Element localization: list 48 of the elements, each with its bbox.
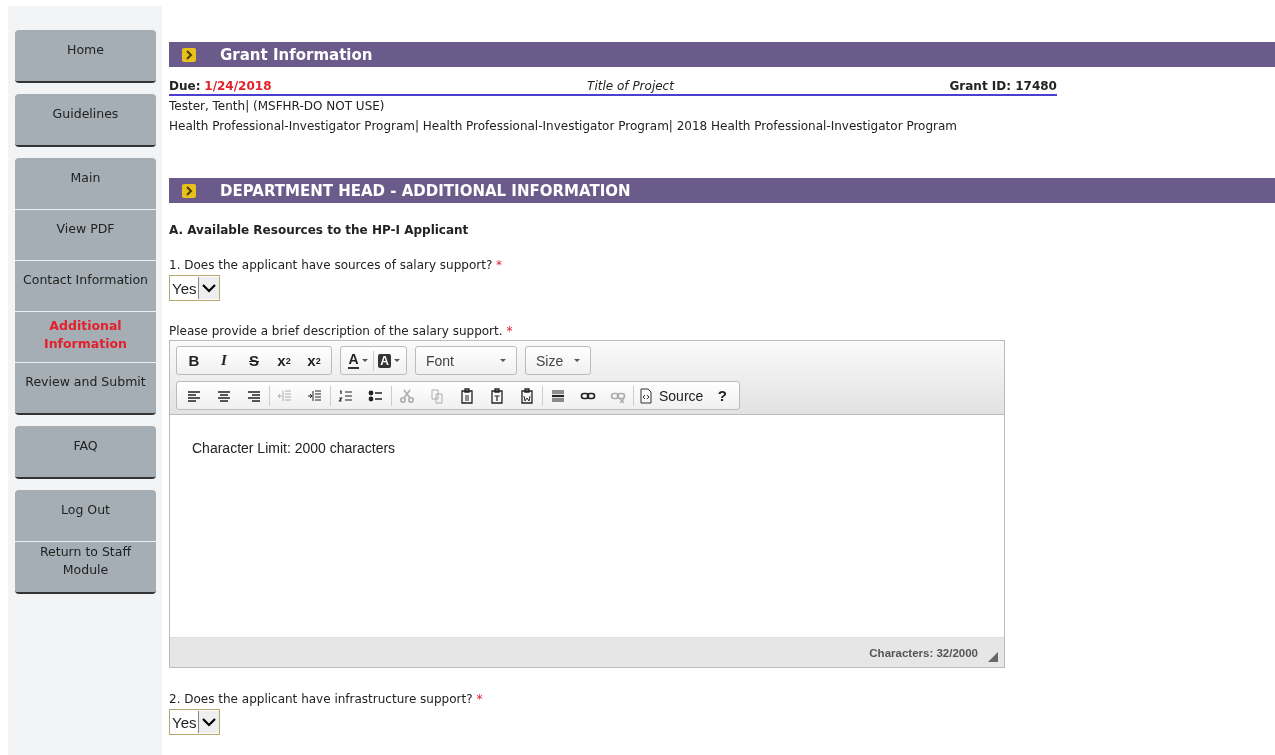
required-mark: * <box>496 258 503 272</box>
toolbar-button[interactable]: B <box>179 348 209 373</box>
toolbar-button[interactable]: S <box>239 348 269 373</box>
question-label: 2. Does the applicant have infrastructure support? <box>169 692 473 706</box>
caret-icon <box>361 358 368 363</box>
section-title: DEPARTMENT HEAD - ADDITIONAL INFORMATION <box>220 181 631 200</box>
caret-icon <box>393 358 400 363</box>
applicant-name: Tester, Tenth| (MSFHR-DO NOT USE) <box>169 98 386 115</box>
sidebar-item[interactable]: Contact Information <box>15 260 156 311</box>
code-file-icon <box>638 387 654 404</box>
due-label: Due: <box>169 79 201 93</box>
toolbar-button[interactable]: x$^{2}$ <box>299 348 329 373</box>
resize-handle-icon[interactable] <box>988 651 998 662</box>
color-button[interactable]: A <box>374 348 404 373</box>
grant-id: Grant ID: 17480 <box>949 78 1057 94</box>
toolbar-button[interactable]: ? <box>707 383 738 408</box>
select-field[interactable]: Yes <box>169 709 221 735</box>
caret-icon <box>198 277 220 299</box>
character-counter: Characters: 32/2000 <box>869 646 978 659</box>
required-mark: * <box>506 324 513 338</box>
caret-icon <box>574 358 580 363</box>
dropdown[interactable]: Font <box>418 352 514 369</box>
editor-text: Character Limit: 2000 characters <box>192 440 396 456</box>
sidebar-item[interactable]: Review and Submit <box>15 362 156 413</box>
toolbar-button[interactable]: I <box>209 348 239 373</box>
select-field[interactable]: Yes <box>169 275 221 301</box>
field-label: Please provide a brief description of the salary support. <box>169 324 503 338</box>
chevron-icon <box>182 47 196 62</box>
color-button[interactable]: A <box>343 348 373 373</box>
sidebar-item[interactable]: Home <box>15 30 156 81</box>
due-date: 1/24/2018 <box>204 79 272 93</box>
sidebar-item[interactable]: FAQ <box>15 426 156 477</box>
required-mark: * <box>476 692 483 706</box>
chevron-icon <box>182 183 196 198</box>
sidebar-item[interactable]: Log Out <box>15 490 156 541</box>
caret-icon <box>198 711 220 733</box>
question-label: 1. Does the applicant have sources of salary support? <box>169 258 493 272</box>
sidebar-item[interactable]: Return to Staff Module <box>15 541 156 592</box>
section-title: Grant Information <box>220 45 373 64</box>
sidebar-item[interactable]: Main <box>15 158 156 209</box>
caret-icon <box>500 358 506 363</box>
program-name: Health Professional-Investigator Program| Health Professional-Investigator Program| 2018 Health Professional-Investigator Program <box>169 118 958 135</box>
subheading: A. Available Resources to the HP-I Applicant <box>169 223 470 237</box>
project-title: Title of Project <box>587 78 674 94</box>
sidebar-item[interactable]: Guidelines <box>15 94 156 145</box>
source-button[interactable]: Source <box>634 383 708 408</box>
sidebar-item[interactable]: View PDF <box>15 209 156 260</box>
dropdown[interactable]: Size <box>528 352 588 369</box>
